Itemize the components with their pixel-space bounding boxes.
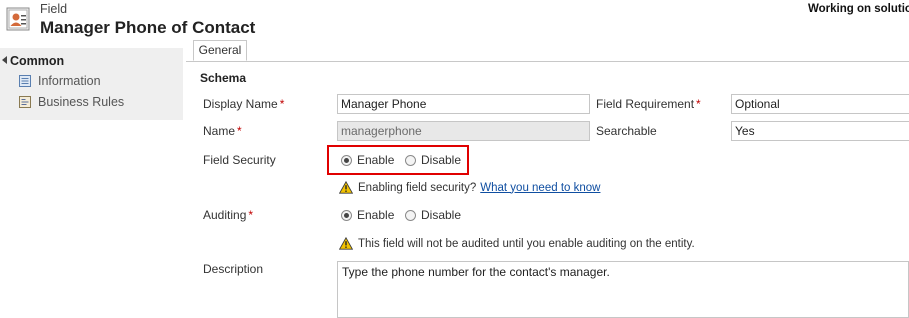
tab-bar-divider <box>186 61 909 62</box>
page-title: Manager Phone of Contact <box>40 18 256 37</box>
display-name-label-text: Display Name <box>203 97 278 111</box>
field-security-notice-text: Enabling field security? <box>358 181 477 194</box>
nav-item-information[interactable]: Information <box>18 72 101 90</box>
section-title: Schema <box>200 71 247 85</box>
name-label: Name * <box>203 124 242 138</box>
name-input: managerphone <box>337 121 590 141</box>
description-textarea[interactable]: Type the phone number for the contact's … <box>337 261 909 318</box>
nav-group-common: Common Information Business Rules <box>0 48 183 120</box>
business-rules-icon <box>18 95 32 109</box>
radio-label: Disable <box>421 208 462 222</box>
searchable-select[interactable]: Yes <box>731 121 909 141</box>
auditing-notice: This field will not be audited until you… <box>339 237 695 250</box>
warning-icon <box>339 181 353 194</box>
solution-status: Working on solution <box>808 3 909 15</box>
auditing-label-text: Auditing <box>203 208 247 222</box>
field-entity-icon <box>6 7 30 31</box>
nav-item-business-rules[interactable]: Business Rules <box>18 93 124 111</box>
what-you-need-to-know-link[interactable]: What you need to know <box>480 182 600 194</box>
required-marker: * <box>248 208 254 222</box>
auditing-label: Auditing * <box>203 208 253 222</box>
nav-item-label: Business Rules <box>38 95 125 109</box>
auditing-notice-text: This field will not be audited until you… <box>358 237 695 250</box>
field-security-disable-radio[interactable]: Disable <box>405 153 461 167</box>
entity-type-label: Field <box>40 2 68 16</box>
field-requirement-label-text: Field Requirement <box>596 97 695 111</box>
radio-selected-icon <box>341 209 352 221</box>
radio-label: Disable <box>421 153 462 167</box>
collapse-arrow-icon <box>2 56 7 64</box>
radio-label: Enable <box>357 208 395 222</box>
required-marker: * <box>279 97 285 111</box>
radio-label: Enable <box>357 153 395 167</box>
name-label-text: Name <box>203 124 236 138</box>
field-requirement-label: Field Requirement * <box>596 97 701 111</box>
auditing-disable-radio[interactable]: Disable <box>405 208 461 222</box>
display-name-label: Display Name * <box>203 97 284 111</box>
field-security-notice: Enabling field security? What you need t… <box>339 181 600 194</box>
warning-icon <box>339 237 353 250</box>
searchable-label: Searchable <box>596 124 657 138</box>
nav-group-header[interactable]: Common <box>2 54 64 68</box>
information-icon <box>18 74 32 88</box>
radio-unselected-icon <box>405 209 416 221</box>
field-security-enable-radio[interactable]: Enable <box>341 153 394 167</box>
required-marker: * <box>237 124 242 138</box>
display-name-input[interactable]: Manager Phone <box>337 94 590 114</box>
radio-unselected-icon <box>405 154 416 166</box>
left-nav: Common Information Business Rules <box>0 44 183 318</box>
nav-item-label: Information <box>38 74 101 88</box>
field-requirement-select[interactable]: Optional <box>731 94 909 114</box>
radio-selected-icon <box>341 154 352 166</box>
description-label: Description <box>203 262 264 276</box>
tab-general[interactable]: General <box>193 40 247 61</box>
required-marker: * <box>696 97 701 111</box>
field-security-label: Field Security <box>203 153 276 167</box>
auditing-enable-radio[interactable]: Enable <box>341 208 394 222</box>
nav-group-label: Common <box>10 54 65 68</box>
